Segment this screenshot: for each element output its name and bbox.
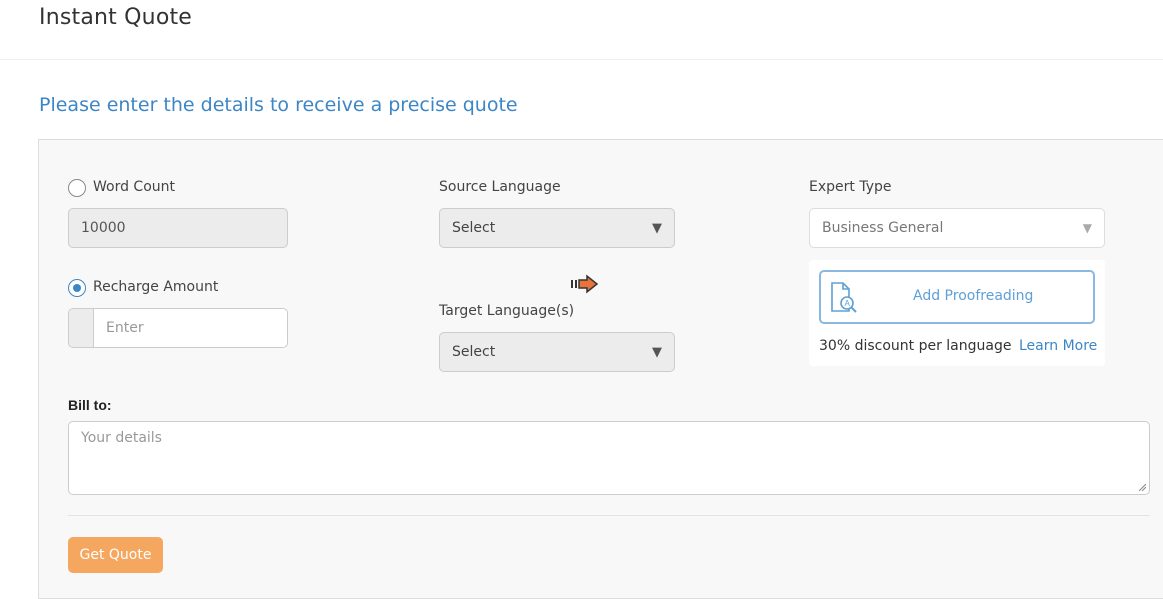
source-language-label: Source Language [439,179,561,195]
recharge-amount-input[interactable]: Enter [94,309,287,347]
source-language-value: Select [452,220,496,236]
expert-type-value: Business General [822,220,944,236]
recharge-amount-group: Enter [68,308,288,348]
word-count-radio[interactable] [68,179,86,197]
form-subtitle: Please enter the details to receive a pr… [39,94,518,116]
target-language-select[interactable]: Select ▼ [439,332,675,372]
page-title: Instant Quote [39,5,193,30]
proofreading-card: A Add Proofreading 30% discount per lang… [809,260,1105,366]
page-header: Instant Quote [0,0,1163,60]
expert-type-select[interactable]: Business General ▼ [809,208,1105,248]
caret-down-icon: ▼ [652,220,662,236]
resize-grip-icon[interactable] [1138,483,1146,491]
target-language-label: Target Language(s) [439,303,575,319]
caret-down-icon: ▼ [1082,221,1092,235]
currency-addon [69,309,94,347]
add-proofreading-label: Add Proofreading [913,288,1034,304]
proofreading-discount-text: 30% discount per language [819,338,1012,354]
recharge-amount-label: Recharge Amount [93,279,219,295]
svg-text:A: A [845,299,851,308]
bill-to-textarea[interactable]: Your details [68,421,1150,495]
word-count-label: Word Count [93,179,176,195]
source-language-select[interactable]: Select ▼ [439,208,675,248]
recharge-amount-radio[interactable] [68,279,86,297]
document-search-icon: A [831,282,857,313]
get-quote-button[interactable]: Get Quote [68,537,163,573]
add-proofreading-button[interactable]: A Add Proofreading [819,270,1095,324]
word-count-input[interactable]: 10000 [68,208,288,248]
bill-to-placeholder: Your details [81,430,162,446]
expert-type-label: Expert Type [809,179,892,195]
bill-to-label: Bill to: [68,397,112,413]
caret-down-icon: ▼ [652,344,662,360]
form-divider [68,515,1150,516]
swap-languages-icon[interactable] [570,274,602,294]
learn-more-link[interactable]: Learn More [1019,338,1097,354]
target-language-value: Select [452,344,496,360]
